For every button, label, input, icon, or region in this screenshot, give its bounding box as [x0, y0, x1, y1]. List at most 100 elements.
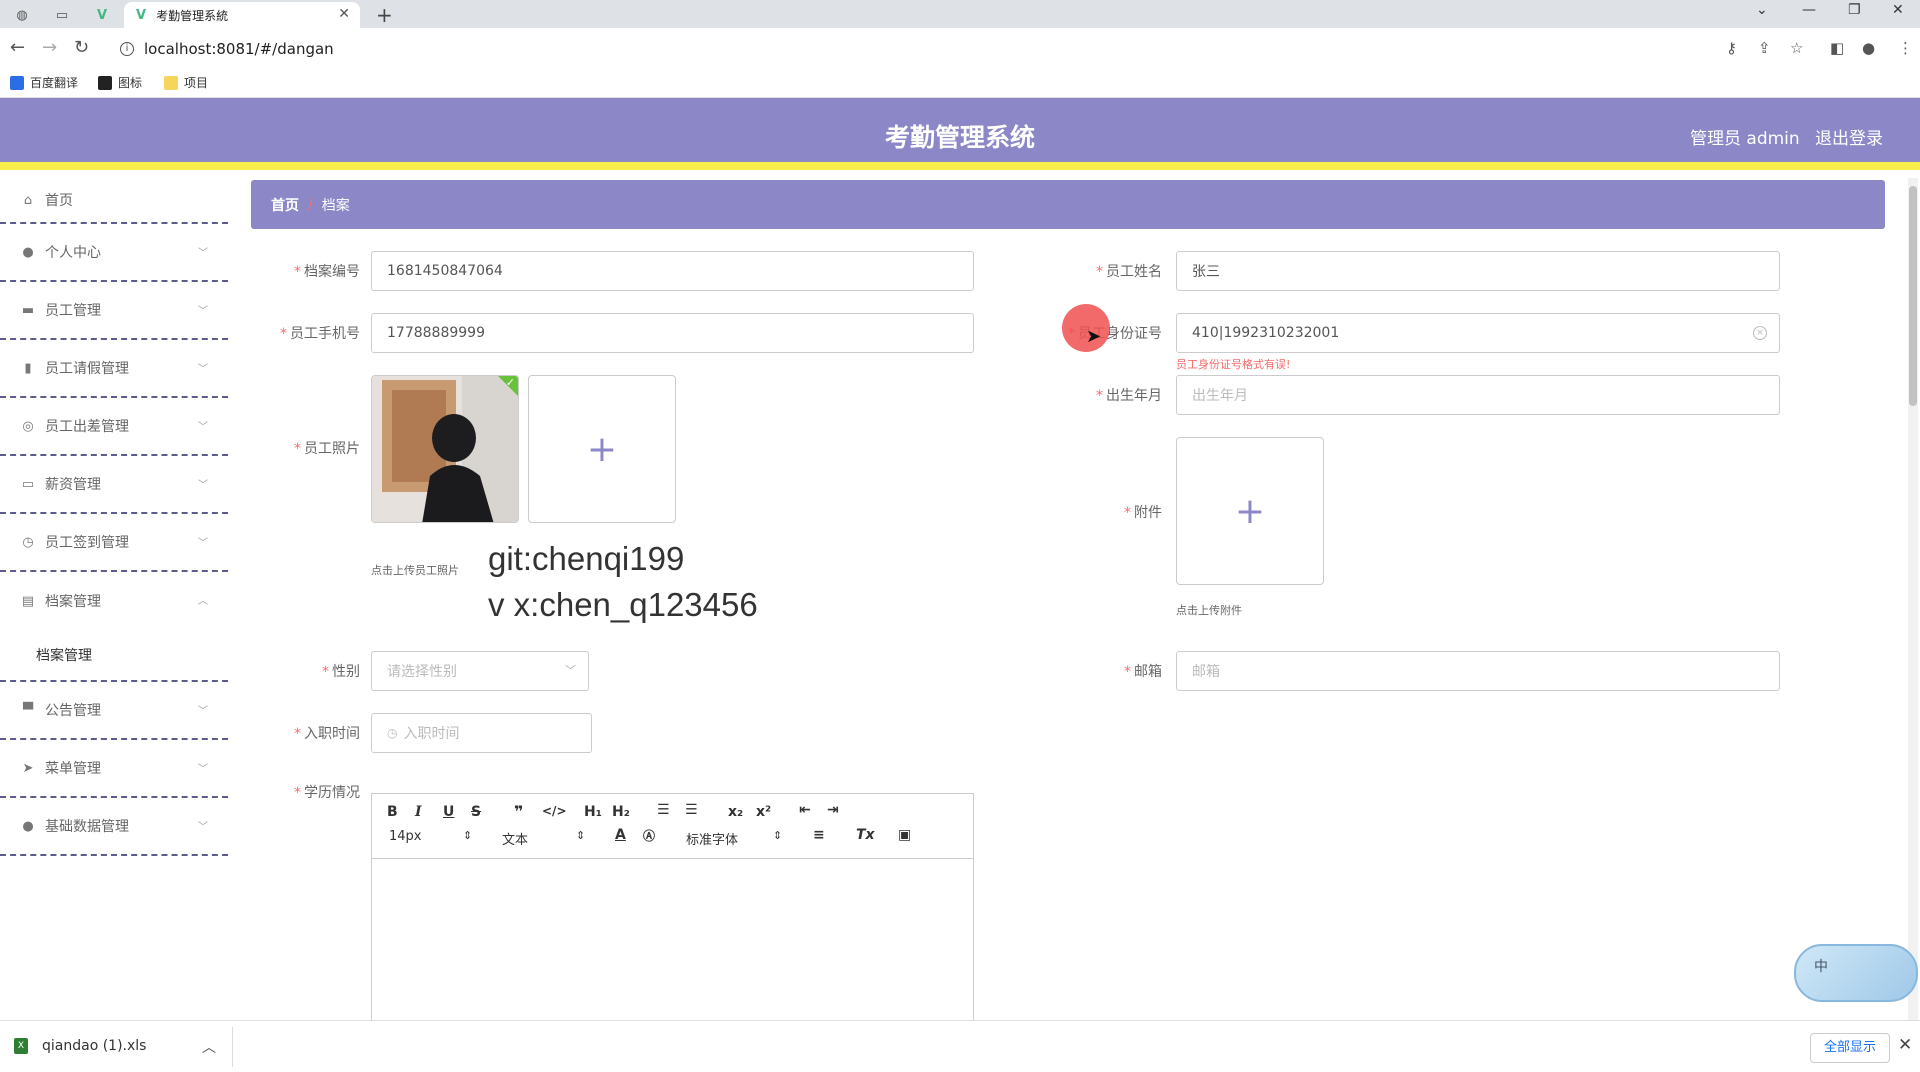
new-tab-button[interactable]: +	[376, 3, 393, 27]
align-icon[interactable]: ≡	[813, 827, 825, 843]
back-icon[interactable]: ←	[10, 37, 25, 58]
breadcrumb-separator: /	[308, 196, 313, 213]
sort-icon: ⇕	[463, 829, 473, 842]
clock-icon: ◷	[22, 534, 34, 550]
download-item[interactable]: X qiandao (1).xls	[14, 1038, 146, 1054]
email-label: * 邮箱	[1124, 664, 1162, 680]
photo-upload-tip: 点击上传员工照片	[371, 564, 459, 577]
sidebar-item-home[interactable]: ⌂ 首页	[0, 178, 228, 224]
archive-no-input[interactable]: 1681450847064	[371, 251, 974, 291]
outdent-icon[interactable]: ⇤	[799, 802, 811, 818]
logout-button[interactable]: 退出登录	[1815, 124, 1883, 149]
blank-tab-icon[interactable]: ▭	[50, 4, 74, 26]
editor-toolbar: B I U S ❞ </> H₁ H₂ ☰ ☰ x₂ x² ⇤ ⇥ 14px ⇕…	[372, 794, 973, 859]
chevron-up-icon[interactable]: ︿	[202, 1037, 216, 1057]
sidebar-item-leave[interactable]: ▮ 员工请假管理 ﹀	[0, 340, 228, 398]
scrollbar[interactable]	[1908, 178, 1918, 1020]
sidebar-item-notice[interactable]: ▀ 公告管理 ﹀	[0, 682, 228, 740]
sort-icon: ⇕	[576, 829, 586, 842]
vue-icon[interactable]: V	[90, 4, 114, 26]
chevron-down-icon: ﹀	[198, 480, 208, 491]
employee-name-input[interactable]: 张三	[1176, 251, 1780, 291]
sidebar-item-basedata[interactable]: ● 基础数据管理 ﹀	[0, 798, 228, 856]
star-icon[interactable]: ☆	[1790, 39, 1803, 57]
globe-icon[interactable]: ◍	[10, 4, 34, 26]
user-icon: ●	[22, 818, 34, 834]
h1-icon[interactable]: H₁	[584, 804, 602, 820]
sidebar-item-employees[interactable]: ▬ 员工管理 ﹀	[0, 282, 228, 340]
plus-icon: +	[1234, 490, 1266, 532]
sidebar-item-personal[interactable]: ● 个人中心 ﹀	[0, 224, 228, 282]
window-close-icon[interactable]: ✕	[1892, 2, 1904, 18]
forward-icon[interactable]: →	[42, 37, 57, 58]
phone-input[interactable]: 17788889999	[371, 313, 974, 353]
underline-icon[interactable]: U	[443, 804, 454, 820]
italic-icon[interactable]: I	[415, 804, 422, 820]
ime-widget[interactable]: 中	[1794, 944, 1918, 1002]
h2-icon[interactable]: H₂	[612, 804, 630, 820]
clear-format-icon[interactable]: Tx	[856, 827, 875, 843]
employee-photo[interactable]: ✓	[371, 375, 519, 523]
id-card-input[interactable]: 410|1992310232001 ×	[1176, 313, 1780, 353]
indent-icon[interactable]: ⇥	[827, 802, 839, 818]
tab-close-icon[interactable]: ✕	[338, 6, 350, 22]
sidebar-item-salary[interactable]: ▭ 薪资管理 ﹀	[0, 456, 228, 514]
font-size-select[interactable]: 14px	[389, 829, 422, 844]
breadcrumb-current: 档案	[321, 197, 350, 214]
menu-icon[interactable]: ⋮	[1898, 39, 1913, 57]
scrollbar-thumb[interactable]	[1909, 186, 1917, 406]
sidepanel-icon[interactable]: ◧	[1830, 39, 1844, 57]
submenu-archive-manage[interactable]: 档案管理	[0, 630, 228, 682]
bookmark-baidu-translate[interactable]: 百度翻译	[10, 74, 78, 91]
bookmark-icons[interactable]: 图标	[98, 74, 142, 91]
sidebar-item-trip[interactable]: ◎ 员工出差管理 ﹀	[0, 398, 228, 456]
rich-text-editor[interactable]: B I U S ❞ </> H₁ H₂ ☰ ☰ x₂ x² ⇤ ⇥ 14px ⇕…	[371, 793, 974, 1020]
sort-icon: ⇕	[773, 829, 783, 842]
font-color-icon[interactable]: A	[615, 827, 626, 843]
hire-date-picker[interactable]: ◷ 入职时间	[371, 713, 592, 753]
profile-icon[interactable]: ●	[1862, 39, 1875, 57]
info-icon[interactable]: i	[120, 42, 134, 56]
image-icon[interactable]: ▣	[898, 827, 911, 843]
share-icon[interactable]: ⇪	[1758, 39, 1771, 57]
sidebar-item-archive[interactable]: ▤ 档案管理 ︿	[0, 572, 228, 630]
background-color-icon[interactable]: Ⓐ	[643, 827, 655, 844]
restore-icon[interactable]: ❐	[1848, 2, 1861, 18]
active-tab[interactable]: V 考勤管理系統 ✕	[124, 2, 360, 28]
attachment-upload-button[interactable]: +	[1176, 437, 1324, 585]
clear-icon[interactable]: ×	[1753, 326, 1767, 340]
key-icon[interactable]: ⚷	[1726, 39, 1737, 57]
send-icon: ➤	[22, 760, 34, 776]
hire-date-label: * 入职时间	[294, 726, 360, 742]
birth-date-input[interactable]: 出生年月	[1176, 375, 1780, 415]
show-all-button[interactable]: 全部显示	[1810, 1033, 1890, 1063]
font-family-select[interactable]: 标准字体	[686, 829, 738, 848]
minimize-icon[interactable]: —	[1802, 2, 1816, 18]
code-icon[interactable]: </>	[542, 804, 567, 818]
ordered-list-icon[interactable]: ☰	[657, 802, 670, 818]
bookmark-project[interactable]: 项目	[164, 74, 208, 91]
id-card-value: 410|1992310232001	[1192, 325, 1340, 341]
breadcrumb-home[interactable]: 首页	[271, 195, 299, 215]
quote-icon[interactable]: ❞	[514, 802, 523, 821]
subscript-icon[interactable]: x₂	[728, 804, 743, 820]
close-icon[interactable]: ✕	[1898, 1035, 1912, 1055]
bullet-list-icon[interactable]: ☰	[685, 802, 698, 818]
superscript-icon[interactable]: x²	[756, 804, 771, 820]
strike-icon[interactable]: S	[471, 804, 481, 820]
sidebar-item-menu[interactable]: ➤ 菜单管理 ﹀	[0, 740, 228, 798]
gender-select[interactable]: 请选择性别 ﹀	[371, 651, 589, 691]
sidebar-item-checkin[interactable]: ◷ 员工签到管理 ﹀	[0, 514, 228, 572]
app-header: 考勤管理系统 管理员 admin 退出登录	[0, 98, 1920, 170]
bold-icon[interactable]: B	[387, 804, 398, 820]
main-content: 首页 / 档案 * 档案编号 1681450847064 * 员工姓名 张三 * 员工…	[228, 178, 1900, 1020]
excel-file-icon: X	[14, 1038, 28, 1054]
photo-upload-button[interactable]: +	[528, 375, 676, 523]
paragraph-select[interactable]: 文本	[502, 829, 528, 848]
url-field[interactable]: i localhost:8081/#/dangan	[110, 35, 1900, 63]
reload-icon[interactable]: ↻	[74, 37, 89, 58]
email-input[interactable]: 邮箱	[1176, 651, 1780, 691]
tab-search-icon[interactable]: ⌄	[1756, 2, 1768, 18]
user-label: 管理员 admin	[1690, 129, 1800, 149]
monitor-icon: ▀	[23, 702, 33, 718]
